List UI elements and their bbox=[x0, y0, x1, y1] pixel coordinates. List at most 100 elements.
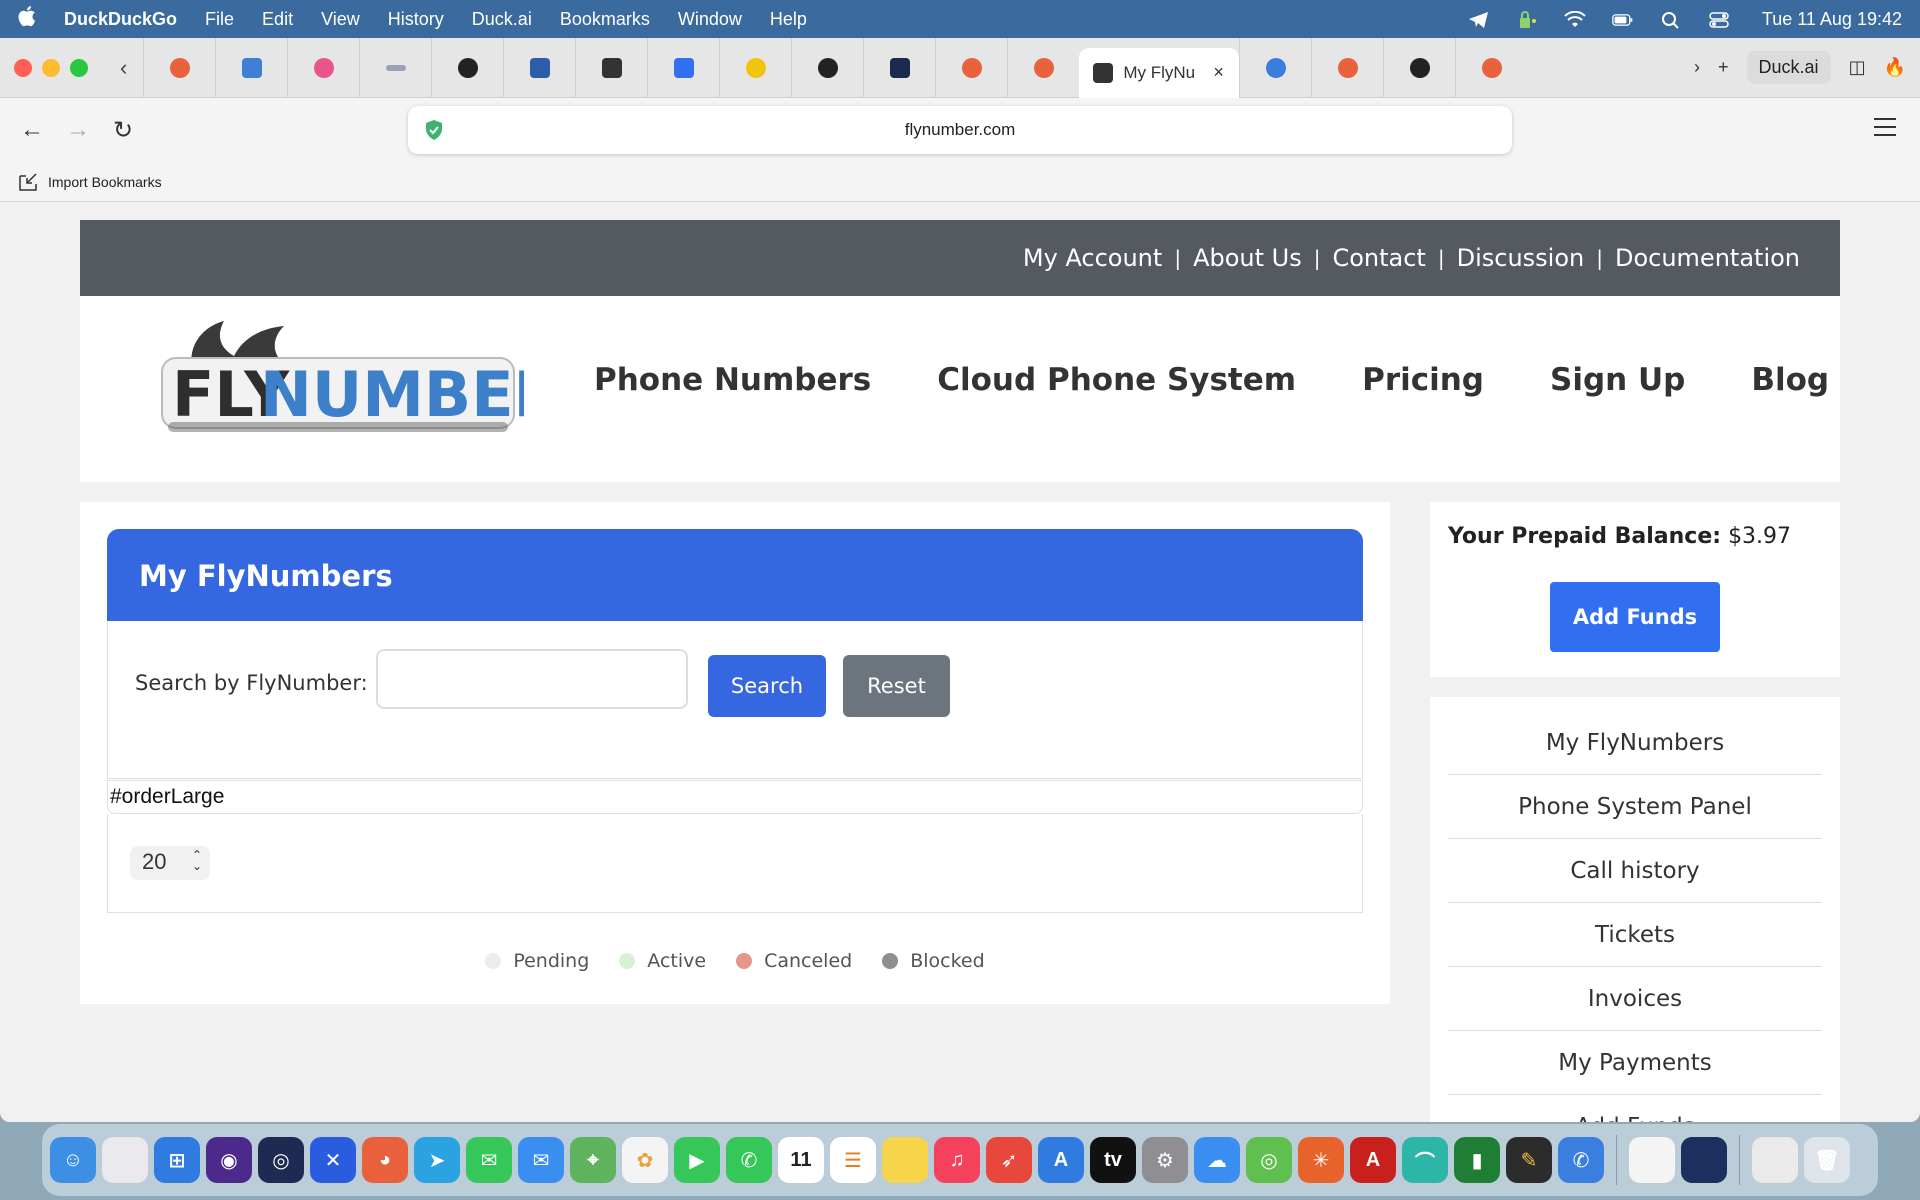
numbers-app-icon[interactable]: ▮ bbox=[1454, 1137, 1500, 1183]
menu-edit[interactable]: Edit bbox=[262, 9, 293, 30]
trash-icon[interactable]: 🗑 bbox=[1804, 1137, 1850, 1183]
tab-item[interactable] bbox=[791, 38, 863, 98]
claude-app-icon[interactable]: ✳ bbox=[1298, 1137, 1344, 1183]
minimize-window-button[interactable] bbox=[42, 58, 60, 77]
tab-item[interactable] bbox=[359, 38, 431, 98]
utility-app-icon[interactable]: ✎ bbox=[1506, 1137, 1552, 1183]
calendar-app-icon[interactable]: 11 bbox=[778, 1137, 824, 1183]
system-settings-icon[interactable]: ⚙ bbox=[1142, 1137, 1188, 1183]
tab-item[interactable] bbox=[719, 38, 791, 98]
nav-sign-up[interactable]: Sign Up bbox=[1550, 362, 1685, 398]
chevron-left-icon[interactable]: ‹ bbox=[120, 55, 127, 81]
menu-my-payments[interactable]: My Payments bbox=[1448, 1031, 1822, 1095]
nav-blog[interactable]: Blog bbox=[1751, 362, 1829, 398]
menu-tickets[interactable]: Tickets bbox=[1448, 903, 1822, 967]
search-button[interactable]: Search bbox=[708, 655, 826, 717]
chevron-right-icon[interactable]: › bbox=[1694, 57, 1700, 78]
menu-file[interactable]: File bbox=[205, 9, 234, 30]
arc-app-icon[interactable]: ⌒ bbox=[1402, 1137, 1448, 1183]
new-tab-plus-icon[interactable]: + bbox=[1718, 57, 1729, 78]
top-link-my-account[interactable]: My Account bbox=[1023, 244, 1162, 272]
telegram-status-icon[interactable] bbox=[1468, 11, 1490, 28]
menu-app-name[interactable]: DuckDuckGo bbox=[64, 9, 177, 30]
per-page-select[interactable]: 20 ⌃ ⌄ bbox=[130, 846, 210, 880]
app-store-icon[interactable]: A bbox=[1038, 1137, 1084, 1183]
butterfly-app-icon[interactable]: ✕ bbox=[310, 1137, 356, 1183]
find-my-app-icon[interactable]: ◎ bbox=[1246, 1137, 1292, 1183]
tab-item[interactable] bbox=[1383, 38, 1455, 98]
reset-button[interactable]: Reset bbox=[843, 655, 950, 717]
menu-invoices[interactable]: Invoices bbox=[1448, 967, 1822, 1031]
tab-item[interactable] bbox=[1239, 38, 1311, 98]
menu-window[interactable]: Window bbox=[678, 9, 742, 30]
menubar-clock[interactable]: Tue 11 Aug 19:42 bbox=[1762, 9, 1902, 30]
telegram-app-icon[interactable]: ➤ bbox=[414, 1137, 460, 1183]
notes-app-icon[interactable] bbox=[882, 1137, 928, 1183]
document-icon[interactable] bbox=[1629, 1137, 1675, 1183]
downloads-stack-icon[interactable] bbox=[1752, 1137, 1798, 1183]
tab-item[interactable] bbox=[1311, 38, 1383, 98]
tab-item[interactable] bbox=[863, 38, 935, 98]
hamburger-menu-icon[interactable] bbox=[1874, 118, 1896, 142]
menu-help[interactable]: Help bbox=[770, 9, 807, 30]
sidebar-toggle-icon[interactable]: ◫ bbox=[1849, 57, 1866, 78]
duckai-button[interactable]: Duck.ai bbox=[1746, 51, 1831, 84]
forward-arrow-icon[interactable]: → bbox=[66, 116, 90, 144]
facetime-app-icon[interactable]: ▶ bbox=[674, 1137, 720, 1183]
apple-icon[interactable] bbox=[18, 5, 38, 33]
nav-cloud-phone-system[interactable]: Cloud Phone System bbox=[937, 362, 1296, 398]
aperture-app-icon[interactable]: ◎ bbox=[258, 1137, 304, 1183]
menu-bookmarks[interactable]: Bookmarks bbox=[560, 9, 650, 30]
address-bar[interactable]: flynumber.com bbox=[408, 106, 1512, 154]
apple-tv-icon[interactable]: tv bbox=[1090, 1137, 1136, 1183]
back-arrow-icon[interactable]: ← bbox=[20, 116, 44, 144]
tab-item[interactable] bbox=[1455, 38, 1527, 98]
flynumber-logo[interactable]: FLY NUMBER bbox=[154, 316, 561, 446]
photos-app-icon[interactable]: ✿ bbox=[622, 1137, 668, 1183]
finder-icon[interactable]: ☺ bbox=[50, 1137, 96, 1183]
duckduckgo-app-icon[interactable]: ◕ bbox=[362, 1137, 408, 1183]
tab-item[interactable] bbox=[935, 38, 1007, 98]
close-tab-icon[interactable]: × bbox=[1213, 62, 1224, 83]
nav-phone-numbers[interactable]: Phone Numbers bbox=[594, 362, 871, 398]
weather-app-icon[interactable]: ☁ bbox=[1194, 1137, 1240, 1183]
phone-link-app-icon[interactable]: ✆ bbox=[1558, 1137, 1604, 1183]
menu-call-history[interactable]: Call history bbox=[1448, 839, 1822, 903]
tab-item[interactable] bbox=[143, 38, 215, 98]
messages-app-icon[interactable]: ✉ bbox=[466, 1137, 512, 1183]
nav-pricing[interactable]: Pricing bbox=[1362, 362, 1484, 398]
launchpad-icon[interactable] bbox=[102, 1137, 148, 1183]
flynumber-search-input[interactable] bbox=[376, 649, 688, 709]
tab-item[interactable] bbox=[215, 38, 287, 98]
spotlight-search-icon[interactable] bbox=[1660, 11, 1682, 29]
lock-status-icon[interactable] bbox=[1516, 11, 1538, 28]
reminders-app-icon[interactable]: ☰ bbox=[830, 1137, 876, 1183]
music-app-icon[interactable]: ♫ bbox=[934, 1137, 980, 1183]
acrobat-app-icon[interactable]: A bbox=[1350, 1137, 1396, 1183]
tab-item[interactable] bbox=[503, 38, 575, 98]
tor-browser-icon[interactable]: ◉ bbox=[206, 1137, 252, 1183]
zoom-window-button[interactable] bbox=[70, 58, 88, 77]
import-bookmarks-link[interactable]: Import Bookmarks bbox=[48, 174, 162, 190]
top-link-contact[interactable]: Contact bbox=[1332, 244, 1425, 272]
menu-phone-system-panel[interactable]: Phone System Panel bbox=[1448, 775, 1822, 839]
battery-icon[interactable] bbox=[1612, 11, 1634, 27]
wifi-icon[interactable] bbox=[1564, 10, 1586, 27]
menu-duckai[interactable]: Duck.ai bbox=[472, 9, 532, 30]
top-link-about-us[interactable]: About Us bbox=[1193, 244, 1302, 272]
phone-app-icon[interactable]: ✆ bbox=[726, 1137, 772, 1183]
top-link-documentation[interactable]: Documentation bbox=[1615, 244, 1800, 272]
close-window-button[interactable] bbox=[14, 58, 32, 77]
iga-app-icon[interactable] bbox=[1681, 1137, 1727, 1183]
control-center-icon[interactable] bbox=[1708, 11, 1730, 28]
tab-item[interactable] bbox=[647, 38, 719, 98]
mail-app-icon[interactable]: ✉ bbox=[518, 1137, 564, 1183]
add-funds-button[interactable]: Add Funds bbox=[1550, 582, 1720, 652]
tab-item[interactable] bbox=[431, 38, 503, 98]
tab-item[interactable] bbox=[1007, 38, 1079, 98]
menu-history[interactable]: History bbox=[388, 9, 444, 30]
tab-active[interactable]: My FlyNu × bbox=[1079, 47, 1240, 98]
rocket-app-icon[interactable]: ➶ bbox=[986, 1137, 1032, 1183]
menu-add-funds[interactable]: Add Funds bbox=[1448, 1095, 1822, 1123]
windows-app-icon[interactable]: ⊞ bbox=[154, 1137, 200, 1183]
